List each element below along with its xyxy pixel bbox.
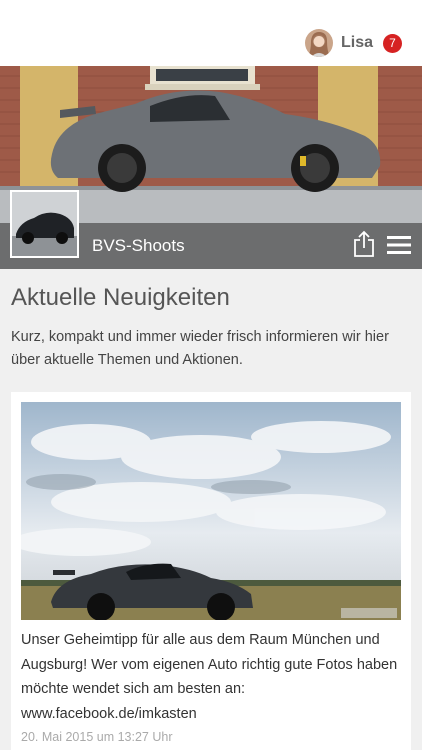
hero-title: BVS-Shoots xyxy=(92,236,185,255)
hamburger-menu-icon[interactable] xyxy=(386,234,412,256)
share-icon[interactable] xyxy=(352,230,376,258)
page-title: Aktuelle Neuigkeiten xyxy=(11,284,230,311)
avatar-icon[interactable] xyxy=(304,29,333,57)
hero-banner: BVS-Shoots xyxy=(0,66,422,269)
top-bar: Lisa 7 xyxy=(0,0,422,66)
notification-badge[interactable]: 7 xyxy=(383,33,402,53)
news-image[interactable] xyxy=(21,402,401,620)
user-name[interactable]: Lisa xyxy=(341,34,373,52)
news-text: Unser Geheimtipp für alle aus dem Raum M… xyxy=(21,632,398,722)
user-profile[interactable]: Lisa 7 xyxy=(304,28,402,58)
news-card[interactable]: Unser Geheimtipp für alle aus dem Raum M… xyxy=(11,392,411,750)
news-date: 20. Mai 2015 um 13:27 Uhr xyxy=(21,730,173,744)
section-description: Kurz, kompakt und immer wieder frisch in… xyxy=(11,329,389,368)
profile-thumbnail[interactable] xyxy=(10,190,79,258)
